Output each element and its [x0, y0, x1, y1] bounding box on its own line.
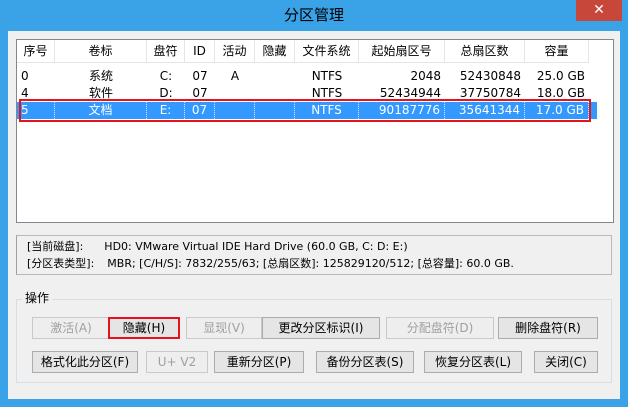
assign-drive-button[interactable]: 分配盘符(D) [386, 317, 494, 339]
col-fs[interactable]: 文件系统 [295, 40, 359, 63]
title-bar: 分区管理 ✕ [0, 0, 628, 30]
table-type-line: [分区表类型]: MBR; [C/H/S]: 7832/255/63; [总扇区… [27, 256, 514, 272]
cell-id: 07 [192, 69, 208, 83]
cell-label: 系统 [88, 69, 113, 83]
operations-label: 操作 [22, 290, 53, 306]
col-hidden[interactable]: 隐藏 [255, 40, 295, 63]
current-disk-label: [当前磁盘]: [27, 240, 84, 253]
current-disk-line: [当前磁盘]: HD0: VMware Virtual IDE Hard Dri… [27, 239, 408, 255]
dialog-body: 序号 卷标 盘符 ID 活动 隐藏 文件系统 起始扇区号 总扇区数 容量 0 系… [8, 31, 620, 399]
disk-info-panel: [当前磁盘]: HD0: VMware Virtual IDE Hard Dri… [16, 235, 612, 275]
cell-size: 25.0 GB [536, 69, 585, 83]
cell-drive: C: [159, 69, 173, 83]
table-type-label: [分区表类型]: [27, 257, 95, 270]
table-row[interactable]: 0 系统 C: 07 A NTFS 2048 52430848 25.0 GB [17, 68, 597, 85]
window-title: 分区管理 [283, 6, 344, 24]
col-start[interactable]: 起始扇区号 [359, 40, 445, 63]
col-index[interactable]: 序号 [17, 40, 55, 63]
backup-table-button[interactable]: 备份分区表(S) [316, 351, 414, 373]
close-button[interactable]: 关闭(C) [534, 351, 598, 373]
cell-start: 2048 [410, 69, 441, 83]
cell-hidden [255, 68, 295, 85]
cell-fs: NTFS [311, 69, 343, 83]
col-id[interactable]: ID [185, 40, 215, 63]
list-header: 序号 卷标 盘符 ID 活动 隐藏 文件系统 起始扇区号 总扇区数 容量 [17, 40, 613, 64]
col-size[interactable]: 容量 [525, 40, 589, 63]
cell-sectors: 52430848 [459, 69, 521, 83]
partition-list[interactable]: 序号 卷标 盘符 ID 活动 隐藏 文件系统 起始扇区号 总扇区数 容量 0 系… [16, 39, 614, 223]
col-sectors[interactable]: 总扇区数 [445, 40, 525, 63]
col-drive[interactable]: 盘符 [147, 40, 185, 63]
remove-drive-button[interactable]: 删除盘符(R) [498, 317, 598, 339]
col-label[interactable]: 卷标 [55, 40, 147, 63]
restore-table-button[interactable]: 恢复分区表(L) [424, 351, 522, 373]
close-icon[interactable]: ✕ [576, 0, 622, 21]
col-active[interactable]: 活动 [215, 40, 255, 63]
table-type-value: MBR; [C/H/S]: 7832/255/63; [总扇区数]: 12582… [107, 257, 514, 270]
activate-button[interactable]: 激活(A) [32, 317, 110, 339]
format-button[interactable]: 格式化此分区(F) [32, 351, 138, 373]
cell-index: 0 [21, 69, 29, 83]
change-id-button[interactable]: 更改分区标识(I) [262, 317, 380, 339]
cell-active: A [230, 69, 240, 83]
hide-button[interactable]: 隐藏(H) [108, 317, 180, 339]
show-button[interactable]: 显现(V) [186, 317, 262, 339]
current-disk-value: HD0: VMware Virtual IDE Hard Drive (60.0… [104, 240, 408, 253]
highlight-frame [19, 99, 591, 122]
u-v2-button[interactable]: U+ V2 [146, 351, 208, 373]
repartition-button[interactable]: 重新分区(P) [214, 351, 304, 373]
